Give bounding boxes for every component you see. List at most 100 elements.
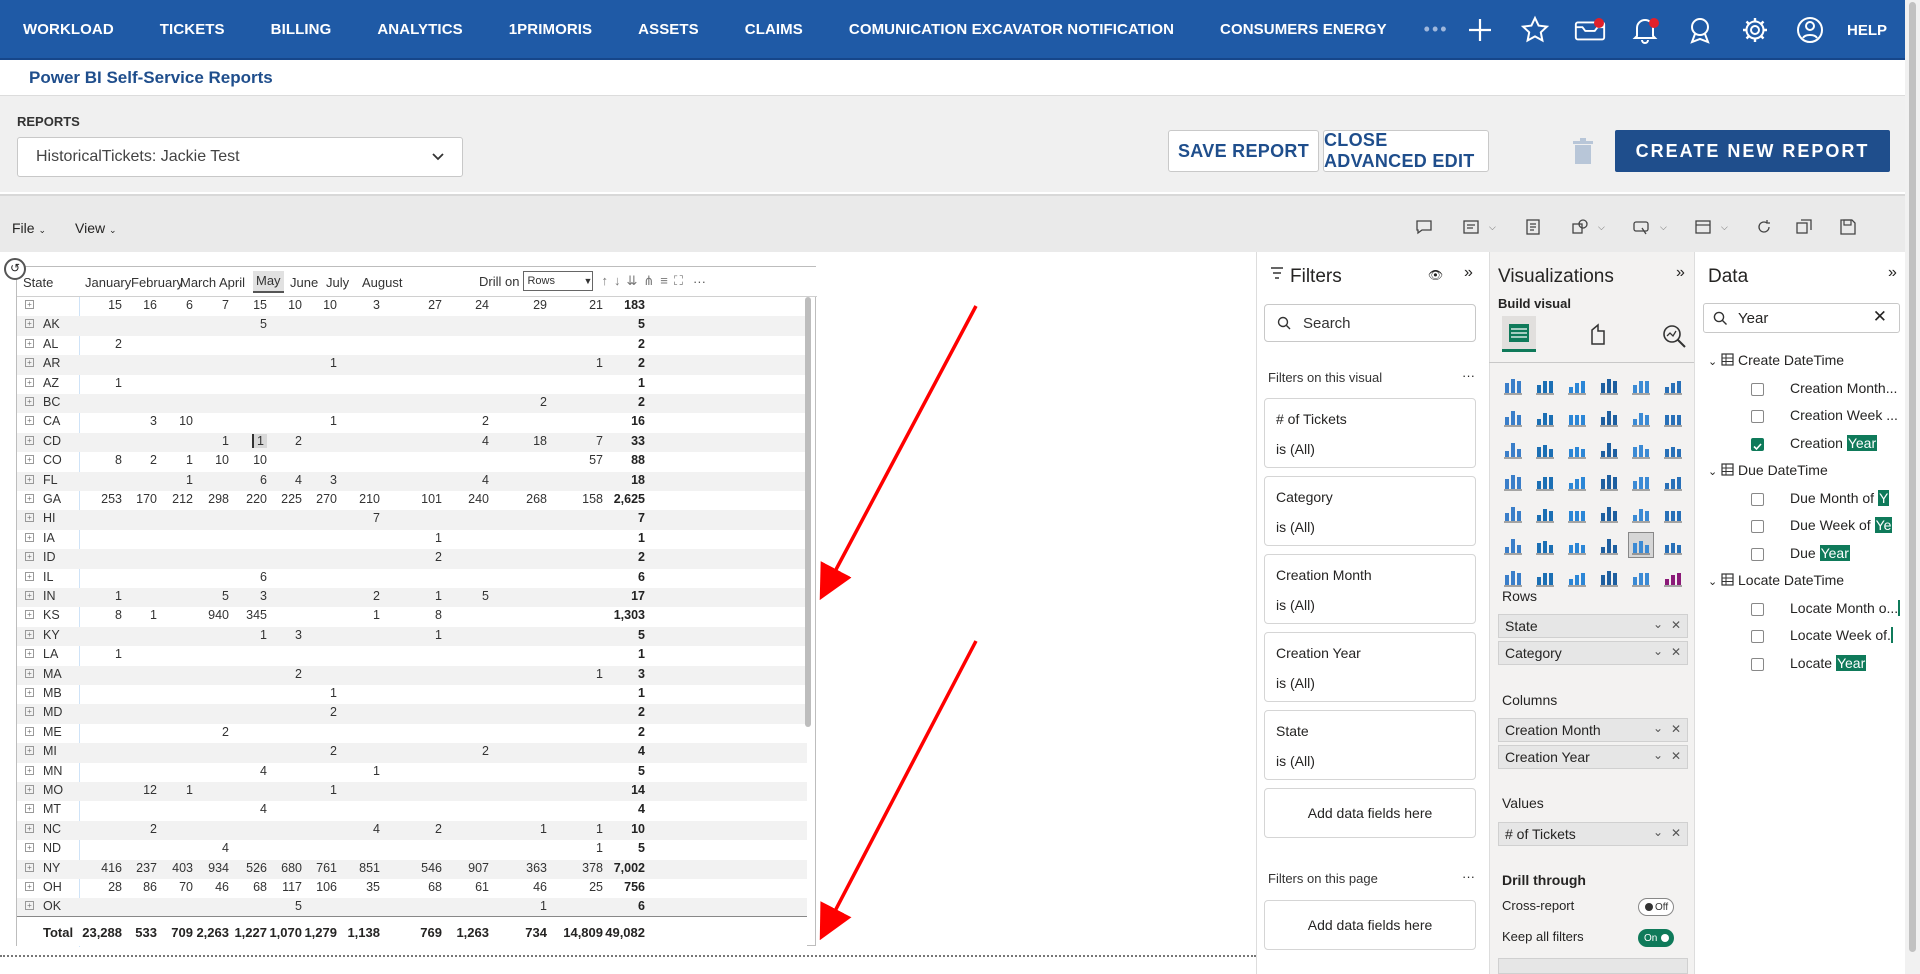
visual-type-icon[interactable] [1564,500,1590,526]
state-column-header[interactable]: State [23,275,53,290]
matrix-cell[interactable]: 1 [596,356,603,370]
column-total-cell[interactable]: 1,138 [347,925,380,940]
matrix-cell[interactable]: 4 [482,473,489,487]
column-total-cell[interactable]: 709 [171,925,193,940]
expand-row-icon[interactable]: + [25,474,34,484]
drill-through-field-well[interactable] [1498,958,1688,974]
visual-type-icon[interactable] [1564,372,1590,398]
row-total-cell[interactable]: 4 [638,744,645,758]
table-row[interactable]: + AK 5 5 [17,316,807,336]
matrix-cell[interactable]: 27 [428,298,442,312]
save-icon[interactable] [1839,218,1857,236]
month-column-header[interactable]: March [180,275,216,290]
matrix-cell[interactable]: 61 [475,880,489,894]
matrix-cell[interactable]: 7 [373,511,380,525]
visual-type-icon[interactable] [1532,372,1558,398]
help-link[interactable]: HELP [1847,22,1887,39]
matrix-cell[interactable]: 1 [540,822,547,836]
visual-type-icon[interactable] [1564,564,1590,590]
expand-row-icon[interactable]: + [25,319,34,329]
expand-row-icon[interactable]: + [25,746,34,756]
matrix-cell[interactable]: 761 [316,861,337,875]
matrix-cell[interactable]: 4 [482,434,489,448]
visual-type-icon[interactable] [1660,372,1686,398]
matrix-cell[interactable]: 86 [143,880,157,894]
column-total-cell[interactable]: 1,227 [234,925,267,940]
matrix-cell[interactable]: 106 [316,880,337,894]
nav-1primoris[interactable]: 1PRIMORIS [509,21,592,38]
duplicate-icon[interactable] [1795,218,1813,236]
plus-icon[interactable] [1463,13,1497,47]
table-row[interactable]: + CD 1 1 2 4 18 7 33 [17,432,807,453]
visual-type-icon[interactable] [1532,532,1558,558]
visual-type-icon[interactable] [1628,532,1654,558]
visual-type-icon[interactable] [1628,500,1654,526]
month-column-header[interactable]: April [219,275,245,290]
data-search-input[interactable]: Year ✕ [1703,303,1900,333]
field-checkbox[interactable] [1751,382,1764,396]
table-row[interactable]: + IL 6 6 [17,569,807,588]
matrix-cell[interactable]: 117 [282,880,302,894]
matrix-cell[interactable]: 2 [330,705,337,719]
drill-action-icons[interactable]: ↑↓⇊⋔≡⛶ [601,273,688,289]
expand-row-icon[interactable]: + [25,785,34,794]
column-total-cell[interactable]: 14,809 [563,925,603,940]
matrix-cell[interactable]: 25 [589,880,603,894]
field-checkbox[interactable] [1751,547,1764,561]
matrix-cell[interactable]: 1 [435,628,442,642]
matrix-cell[interactable]: 7 [596,434,603,448]
row-total-cell[interactable]: 2 [638,725,645,739]
matrix-cell[interactable]: 10 [215,453,229,467]
row-total-cell[interactable]: 88 [631,453,645,467]
visual-type-icon[interactable] [1500,564,1526,590]
matrix-cell[interactable]: 4 [295,473,302,487]
table-row[interactable]: + OK 5 1 6 [17,898,807,916]
table-row[interactable]: + IN 1 5 3 2 1 5 17 [17,588,807,608]
expand-row-icon[interactable]: + [25,552,34,562]
matrix-cell[interactable]: 237 [136,861,157,875]
matrix-cell[interactable]: 8 [115,608,122,622]
month-column-header[interactable]: May [253,271,284,293]
field-checkbox[interactable] [1751,492,1764,506]
matrix-cell[interactable]: 210 [359,492,380,506]
matrix-cell[interactable]: 1 [330,783,337,797]
table-row[interactable]: + FL 1 6 4 3 4 18 [17,471,807,491]
matrix-cell[interactable]: 212 [172,492,193,506]
table-row[interactable]: + MA 2 1 3 [17,665,807,685]
visual-icon[interactable] [1694,218,1712,236]
matrix-cell[interactable]: 1 [435,589,442,603]
chevron-down-icon[interactable]: ⌵ [1489,222,1496,233]
data-field-label[interactable]: Creation Week ... [1790,407,1898,423]
matrix-cell[interactable]: 2 [482,414,489,428]
month-column-header[interactable]: February [131,275,183,290]
row-total-cell[interactable]: 1 [638,531,645,545]
save-report-button[interactable]: SAVE REPORT [1168,130,1319,172]
row-total-cell[interactable]: 17 [631,589,645,603]
cross-report-toggle[interactable]: Off [1638,898,1674,916]
matrix-cell[interactable]: 3 [295,628,302,642]
add-page-filter-field[interactable]: Add data fields here [1264,900,1476,950]
matrix-cell[interactable]: 1 [596,667,603,681]
matrix-cell[interactable]: 170 [136,492,157,506]
row-total-cell[interactable]: 7,002 [614,861,645,875]
page-scrollbar[interactable] [1905,0,1920,974]
matrix-cell[interactable]: 416 [101,861,122,875]
expand-row-icon[interactable]: + [25,629,34,639]
table-row[interactable]: + KY 1 3 1 5 [17,626,807,647]
matrix-cell[interactable]: 363 [526,861,547,875]
data-table-node[interactable]: ⌄ Locate DateTime [1708,572,1844,588]
drill-on-select[interactable]: Rows ▼ [523,271,594,291]
column-total-cell[interactable]: 734 [525,925,547,940]
visual-type-icon[interactable] [1596,404,1622,430]
data-field-label[interactable]: Due Year [1790,544,1850,561]
matrix-cell[interactable]: 2 [435,550,442,564]
clear-search-icon[interactable]: ✕ [1873,307,1887,327]
more-options-icon[interactable]: ··· [1462,869,1475,884]
shapes-icon[interactable] [1571,218,1589,236]
matrix-cell[interactable]: 10 [253,453,267,467]
expand-row-icon[interactable]: + [25,494,34,503]
matrix-cell[interactable]: 6 [186,298,193,312]
columns-field-creation-year[interactable]: Creation Year ⌄ ✕ [1498,745,1688,769]
column-total-cell[interactable]: 2,263 [196,925,229,940]
column-total-cell[interactable]: 769 [420,925,442,940]
